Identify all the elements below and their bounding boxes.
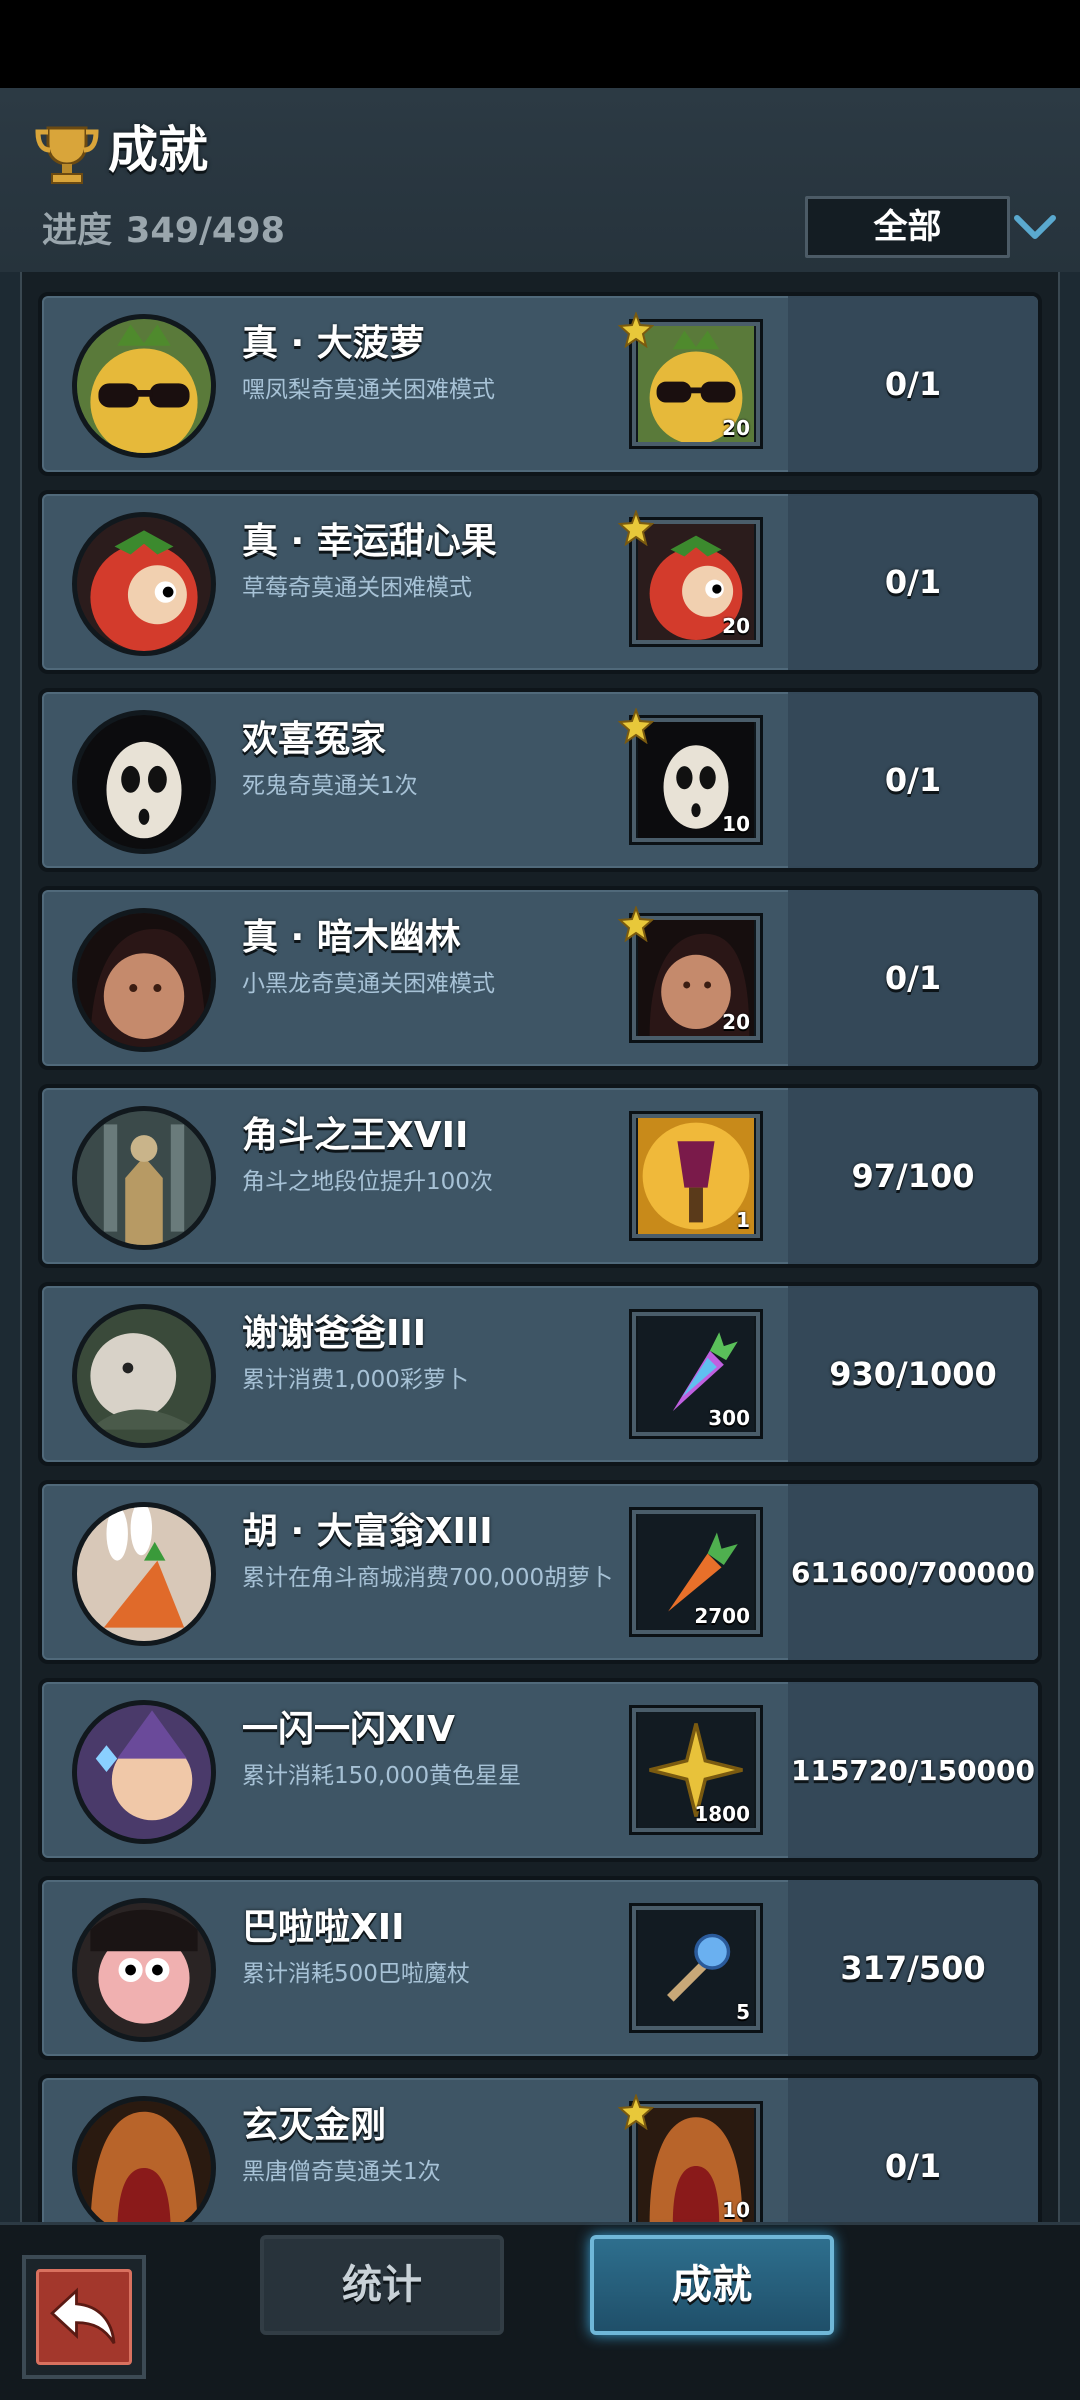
achievement-description: 死鬼奇莫通关1次 (242, 773, 418, 799)
achievement-row[interactable]: 欢喜冤家死鬼奇莫通关1次 10 0/1 (38, 688, 1042, 872)
reward-slot[interactable]: 5 (629, 1903, 763, 2033)
achievement-name: 真 · 大菠萝 (242, 323, 425, 364)
star-badge-icon (618, 906, 654, 942)
achievement-description: 黑唐僧奇莫通关1次 (242, 2159, 441, 2185)
achievement-description: 嘿凤梨奇莫通关困难模式 (242, 377, 495, 403)
achievement-description: 累计在角斗商城消费700,000胡萝卜 (242, 1565, 614, 1591)
achievement-name: 欢喜冤家 (242, 719, 387, 760)
achievement-progress: 97/100 (851, 1157, 975, 1195)
strawberry-character-icon (77, 517, 211, 651)
achievement-avatar (72, 1106, 216, 1250)
achievement-row[interactable]: 角斗之王XVII 角斗之地段位提升100次 1 97/100 (38, 1084, 1042, 1268)
achievement-name: 胡 · 大富翁XIII (242, 1511, 493, 1552)
monk-hood-icon (77, 2101, 211, 2222)
achievement-progress: 115720/150000 (790, 1753, 1035, 1787)
achievement-row[interactable]: 真 · 幸运甜心果草莓奇莫通关困难模式 20 0/1 (38, 490, 1042, 674)
achievement-progress: 611600/700000 (790, 1555, 1035, 1589)
achievement-name: 玄灭金刚 (242, 2105, 387, 2146)
reward-quantity: 300 (708, 1406, 750, 1430)
reward-quantity: 20 (722, 614, 750, 638)
achievement-avatar (72, 2096, 216, 2222)
progress-text: 进度 349/498 (42, 206, 285, 256)
achievement-description: 累计消费1,000彩萝卜 (242, 1367, 469, 1393)
achievement-name: 角斗之王XVII (242, 1115, 469, 1156)
achievement-row[interactable]: 真 · 暗木幽林小黑龙奇莫通关困难模式 20 0/1 (38, 886, 1042, 1070)
achievement-description: 小黑龙奇莫通关困难模式 (242, 971, 495, 997)
back-button-face (36, 2269, 132, 2365)
trophy-icon (35, 126, 99, 184)
bottom-bar: 统计 成就 (0, 2222, 1080, 2400)
progress-label: 进度 (42, 211, 113, 251)
reward-quantity: 2700 (694, 1604, 750, 1628)
achievement-progress: 0/1 (884, 959, 942, 997)
reward-slot[interactable]: 300 (629, 1309, 763, 1439)
rabbit-carrots-icon (77, 1507, 211, 1641)
header: 成就 进度 349/498 全部 (0, 88, 1080, 272)
reward-slot[interactable]: 1800 (629, 1705, 763, 1835)
achievement-row[interactable]: 玄灭金刚黑唐僧奇莫通关1次 10 0/1 (38, 2074, 1042, 2222)
achievement-progress: 0/1 (884, 761, 942, 799)
achievement-name: 真 · 幸运甜心果 (242, 521, 497, 562)
achievement-progress: 0/1 (884, 365, 942, 403)
reward-quantity: 20 (722, 416, 750, 440)
achievement-avatar (72, 1898, 216, 2042)
reward-quantity: 10 (722, 2198, 750, 2222)
achievement-row[interactable]: 一闪一闪XIV 累计消耗150,000黄色星星 1800 115720/150000 (38, 1678, 1042, 1862)
reward-quantity: 20 (722, 1010, 750, 1034)
achievement-progress: 0/1 (884, 563, 942, 601)
achievement-description: 累计消耗500巴啦魔杖 (242, 1961, 470, 1987)
back-arrow-icon (50, 2287, 116, 2345)
achievement-avatar (72, 1700, 216, 1844)
reward-slot[interactable]: 1 (629, 1111, 763, 1241)
achievement-avatar (72, 908, 216, 1052)
achievement-avatar (72, 512, 216, 656)
status-bar (0, 0, 1080, 88)
achievement-progress: 930/1000 (829, 1355, 997, 1393)
reward-quantity: 10 (722, 812, 750, 836)
reward-quantity: 1 (736, 1208, 750, 1232)
page-title: 成就 (108, 121, 208, 179)
reward-slot[interactable]: 2700 (629, 1507, 763, 1637)
wizard-character-icon (77, 1705, 211, 1839)
achievements-screen: 成就 进度 349/498 全部 真 · 大菠萝 嘿凤梨奇莫通关困难模式 20 0/1 真… (0, 0, 1080, 2400)
achievement-progress: 317/500 (840, 1949, 986, 1987)
back-button[interactable] (22, 2255, 146, 2379)
star-badge-icon (618, 2094, 654, 2130)
achievement-avatar (72, 710, 216, 854)
old-man-character-icon (77, 1309, 211, 1443)
achievement-avatar (72, 1502, 216, 1646)
reward-quantity: 5 (736, 2000, 750, 2024)
achievement-description: 累计消耗150,000黄色星星 (242, 1763, 522, 1789)
achievement-list[interactable]: 真 · 大菠萝 嘿凤梨奇莫通关困难模式 20 0/1 真 · 幸运甜心果 草莓奇莫通关困难… (20, 272, 1060, 2222)
tab-achievements[interactable]: 成就 (590, 2235, 834, 2335)
star-badge-icon (618, 510, 654, 546)
achievement-name: 一闪一闪XIV (242, 1709, 456, 1750)
achievement-progress: 0/1 (884, 2147, 942, 2185)
achievement-description: 角斗之地段位提升100次 (242, 1169, 493, 1195)
achievement-avatar (72, 1304, 216, 1448)
achievement-avatar (72, 314, 216, 458)
pineapple-sunglasses-icon (77, 319, 211, 453)
filter-dropdown[interactable]: 全部 (805, 196, 1010, 258)
achievement-name: 巴啦啦XII (242, 1907, 405, 1948)
achievement-row[interactable]: 谢谢爸爸III 累计消费1,000彩萝卜 300 930/1000 (38, 1282, 1042, 1466)
chevron-down-icon[interactable] (1013, 212, 1057, 242)
tab-statistics[interactable]: 统计 (260, 2235, 504, 2335)
pink-face-character-icon (77, 1903, 211, 2037)
ghost-mask-icon (77, 715, 211, 849)
achievement-row[interactable]: 真 · 大菠萝嘿凤梨奇莫通关困难模式 20 0/1 (38, 292, 1042, 476)
star-badge-icon (618, 708, 654, 744)
achievement-row[interactable]: 巴啦啦XII 累计消耗500巴啦魔杖 5 317/500 (38, 1876, 1042, 2060)
achievement-name: 谢谢爸爸III (242, 1313, 427, 1354)
star-badge-icon (618, 312, 654, 348)
achievement-name: 真 · 暗木幽林 (242, 917, 461, 958)
dark-hood-character-icon (77, 913, 211, 1047)
progress-value: 349/498 (126, 211, 285, 251)
achievement-row[interactable]: 胡 · 大富翁XIII 累计在角斗商城消费700,000胡萝卜 2700 611600… (38, 1480, 1042, 1664)
achievement-description: 草莓奇莫通关困难模式 (242, 575, 472, 601)
reward-quantity: 1800 (694, 1802, 750, 1826)
knight-armor-icon (77, 1111, 211, 1245)
